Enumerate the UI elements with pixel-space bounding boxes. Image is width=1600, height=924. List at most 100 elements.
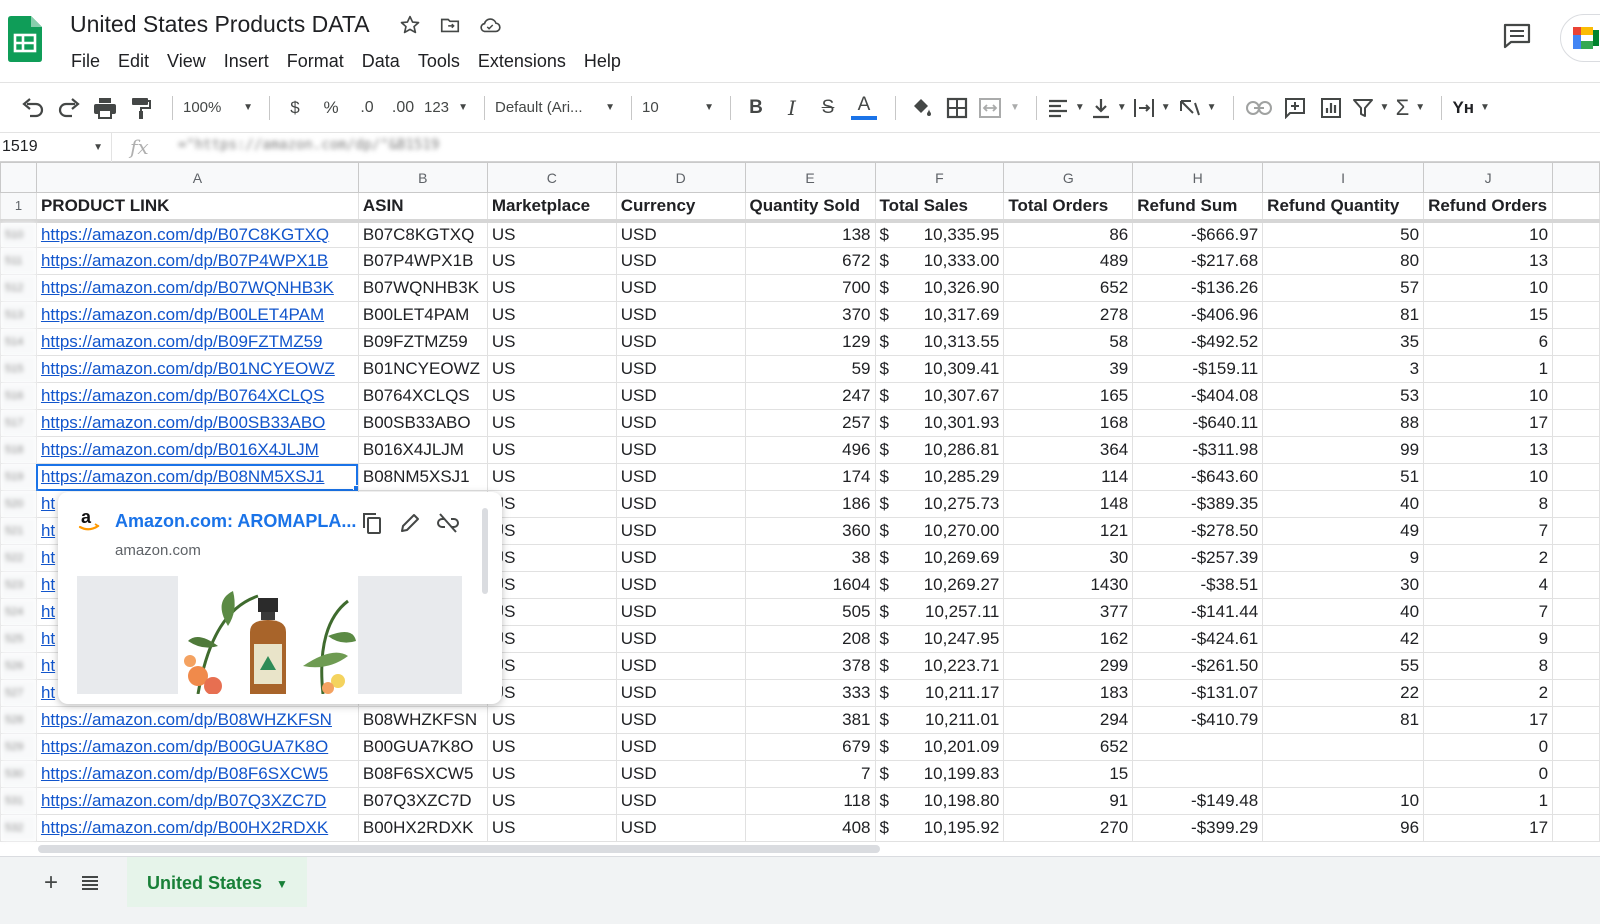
refund-orders-cell[interactable]: 7 (1423, 517, 1554, 545)
total-sales-cell[interactable]: $10,301.93 (874, 409, 1005, 437)
refund-orders-cell[interactable]: 17 (1423, 814, 1554, 842)
product-link-cell[interactable]: https://amazon.com/dp/B0764XCLQS (35, 382, 359, 410)
row-number[interactable]: 528 (0, 706, 37, 734)
refund-quantity-cell[interactable]: 96 (1262, 814, 1425, 842)
refund-sum-cell[interactable]: -$217.68 (1132, 247, 1264, 275)
currency-cell[interactable]: USD (615, 382, 746, 410)
refund-quantity-cell[interactable]: 99 (1262, 436, 1425, 464)
currency-cell[interactable]: USD (615, 274, 746, 302)
refund-sum-cell[interactable]: -$399.29 (1132, 814, 1264, 842)
empty-cell[interactable] (1552, 247, 1600, 275)
name-box[interactable]: 1519 ▼ (0, 133, 112, 162)
total-sales-cell[interactable]: $10,199.83 (874, 760, 1005, 788)
link-preview-thumbnail[interactable] (77, 576, 462, 694)
header-cell-total-sales[interactable]: Total Sales (874, 192, 1005, 223)
total-orders-cell[interactable]: 58 (1003, 328, 1134, 356)
empty-cell[interactable] (1552, 571, 1600, 599)
empty-cell[interactable] (1552, 355, 1600, 383)
marketplace-cell[interactable]: US (486, 544, 617, 572)
marketplace-cell[interactable]: US (486, 652, 617, 680)
refund-orders-cell[interactable]: 17 (1423, 706, 1554, 734)
refund-sum-cell[interactable]: -$406.96 (1132, 301, 1264, 329)
refund-orders-cell[interactable]: 1 (1423, 355, 1554, 383)
menu-help[interactable]: Help (575, 48, 630, 74)
row-number[interactable]: 523 (0, 571, 37, 599)
input-tools-button[interactable]: Yн ▼ (1452, 92, 1490, 124)
edit-link-icon[interactable] (398, 511, 422, 535)
header-cell-product-link[interactable]: PRODUCT LINK (35, 192, 359, 223)
meet-button[interactable] (1560, 14, 1600, 62)
header-cell-refund-sum[interactable]: Refund Sum (1132, 192, 1264, 223)
quantity-sold-cell[interactable]: 138 (744, 220, 876, 248)
currency-cell[interactable]: USD (615, 598, 746, 626)
refund-sum-cell[interactable]: -$141.44 (1132, 598, 1264, 626)
currency-cell[interactable]: USD (615, 814, 746, 842)
product-link-cell[interactable]: https://amazon.com/dp/B07P4WPX1B (35, 247, 359, 275)
total-sales-cell[interactable]: $10,286.81 (874, 436, 1005, 464)
product-link-cell[interactable]: https://amazon.com/dp/B08F6SXCW5 (35, 760, 359, 788)
total-orders-cell[interactable]: 652 (1003, 733, 1134, 761)
refund-orders-cell[interactable]: 9 (1423, 625, 1554, 653)
refund-quantity-cell[interactable]: 53 (1262, 382, 1425, 410)
marketplace-cell[interactable]: US (486, 328, 617, 356)
menu-extensions[interactable]: Extensions (469, 48, 575, 74)
empty-cell[interactable] (1552, 598, 1600, 626)
refund-orders-cell[interactable]: 15 (1423, 301, 1554, 329)
chart-icon[interactable] (1316, 92, 1346, 124)
refund-sum-cell[interactable]: -$278.50 (1132, 517, 1264, 545)
row-number[interactable]: 530 (0, 760, 37, 788)
menu-format[interactable]: Format (278, 48, 353, 74)
text-wrap-icon[interactable]: ▼ (1133, 92, 1171, 124)
fill-handle[interactable] (352, 485, 358, 490)
marketplace-cell[interactable]: US (486, 274, 617, 302)
total-sales-cell[interactable]: $10,201.09 (874, 733, 1005, 761)
row-number[interactable]: 518 (0, 436, 37, 464)
menu-file[interactable]: File (62, 48, 109, 74)
row-number[interactable]: 521 (0, 517, 37, 545)
menu-view[interactable]: View (158, 48, 215, 74)
refund-orders-cell[interactable]: 6 (1423, 328, 1554, 356)
text-color-button[interactable]: A (849, 92, 879, 124)
refund-orders-cell[interactable]: 2 (1423, 544, 1554, 572)
functions-icon[interactable]: Σ ▼ (1395, 92, 1426, 124)
refund-sum-cell[interactable] (1132, 733, 1264, 761)
asin-cell[interactable]: B00SB33ABO (357, 409, 488, 437)
refund-quantity-cell[interactable]: 80 (1262, 247, 1425, 275)
marketplace-cell[interactable]: US (486, 220, 617, 248)
header-cell-refund-orders[interactable]: Refund Orders (1423, 192, 1554, 223)
total-orders-cell[interactable]: 15 (1003, 760, 1134, 788)
refund-quantity-cell[interactable] (1262, 760, 1425, 788)
refund-orders-cell[interactable]: 10 (1423, 274, 1554, 302)
product-link-cell[interactable]: https://amazon.com/dp/B09FZTMZ59 (35, 328, 359, 356)
product-link-cell[interactable]: https://amazon.com/dp/B07C8KGTXQ (35, 220, 359, 248)
column-header-b[interactable]: B (357, 162, 488, 193)
filter-icon[interactable]: ▼ (1352, 92, 1389, 124)
marketplace-cell[interactable]: US (486, 301, 617, 329)
refund-sum-cell[interactable]: -$404.08 (1132, 382, 1264, 410)
marketplace-cell[interactable]: US (486, 733, 617, 761)
quantity-sold-cell[interactable]: 174 (744, 463, 876, 491)
currency-cell[interactable]: USD (615, 409, 746, 437)
total-orders-cell[interactable]: 278 (1003, 301, 1134, 329)
quantity-sold-cell[interactable]: 129 (744, 328, 876, 356)
total-sales-cell[interactable]: $10,270.00 (874, 517, 1005, 545)
row-number[interactable]: 513 (0, 301, 37, 329)
merge-cells-icon[interactable]: ▼ (978, 92, 1020, 124)
sheets-logo-icon[interactable] (8, 16, 42, 62)
total-sales-cell[interactable]: $10,257.11 (874, 598, 1005, 626)
row-number[interactable]: 516 (0, 382, 37, 410)
align-horizontal-icon[interactable]: ▼ (1047, 92, 1085, 124)
currency-cell[interactable]: USD (615, 787, 746, 815)
refund-orders-cell[interactable]: 17 (1423, 409, 1554, 437)
refund-quantity-cell[interactable]: 9 (1262, 544, 1425, 572)
select-all-corner[interactable] (0, 162, 37, 193)
empty-cell[interactable] (1552, 409, 1600, 437)
refund-sum-cell[interactable] (1132, 760, 1264, 788)
refund-sum-cell[interactable]: -$257.39 (1132, 544, 1264, 572)
total-orders-cell[interactable]: 148 (1003, 490, 1134, 518)
product-link-cell[interactable]: https://amazon.com/dp/B00HX2RDXK (35, 814, 359, 842)
refund-quantity-cell[interactable]: 81 (1262, 301, 1425, 329)
total-sales-cell[interactable]: $10,326.90 (874, 274, 1005, 302)
align-vertical-icon[interactable]: ▼ (1091, 92, 1127, 124)
bold-button[interactable]: B (741, 92, 771, 124)
